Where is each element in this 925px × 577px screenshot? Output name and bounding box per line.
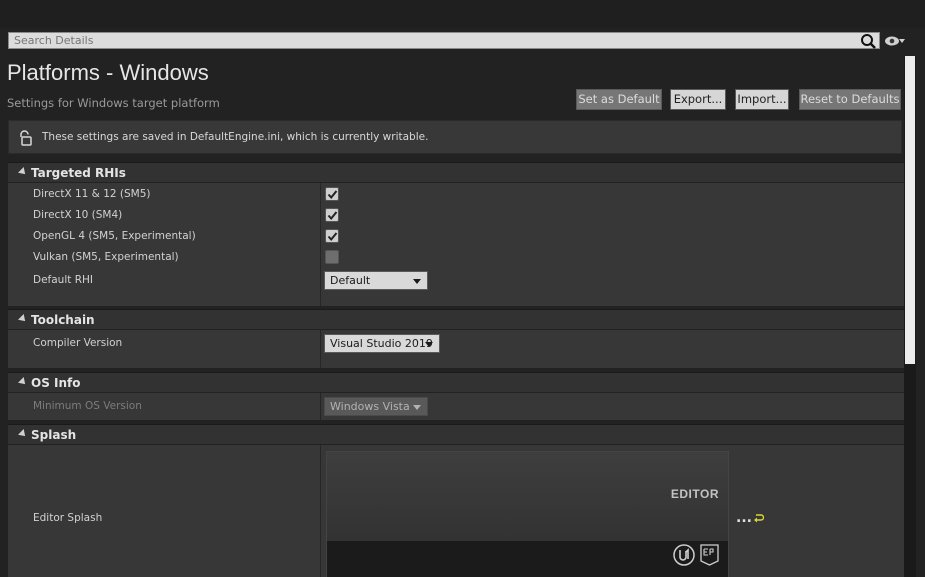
chevron-down-icon — [425, 342, 433, 347]
rhi-dx11-checkbox[interactable] — [325, 187, 339, 201]
rhi-opengl4-checkbox[interactable] — [325, 229, 339, 243]
rhi-vulkan-checkbox[interactable] — [325, 250, 339, 264]
category-targeted-rhis[interactable]: Targeted RHIs — [8, 162, 904, 182]
column-divider — [320, 393, 321, 420]
reset-to-defaults-button[interactable]: Reset to Defaults — [799, 89, 901, 110]
expand-arrow-icon[interactable] — [18, 377, 28, 387]
top-bar — [0, 0, 925, 28]
expand-arrow-icon[interactable] — [18, 314, 28, 324]
compiler-version-label: Compiler Version — [33, 337, 123, 349]
category-label: OS Info — [31, 376, 81, 390]
lock-icon — [20, 130, 32, 146]
rhi-dx10-label: DirectX 10 (SM4) — [33, 209, 123, 221]
default-rhi-value: Default — [330, 274, 371, 287]
search-input[interactable] — [8, 32, 880, 49]
editor-splash-label: Editor Splash — [33, 512, 103, 524]
compiler-version-dropdown[interactable]: Visual Studio 2019 — [324, 334, 440, 353]
rhi-opengl4-label: OpenGL 4 (SM5, Experimental) — [33, 230, 196, 242]
export-button[interactable]: Export... — [670, 89, 726, 110]
rhi-dx11-label: DirectX 11 & 12 (SM5) — [33, 188, 151, 200]
notice-text: These settings are saved in DefaultEngin… — [42, 131, 429, 143]
search-icon[interactable] — [860, 33, 876, 49]
category-os-info[interactable]: OS Info — [8, 372, 904, 392]
eye-icon[interactable] — [884, 34, 906, 48]
import-button[interactable]: Import... — [735, 89, 789, 110]
config-notice: These settings are saved in DefaultEngin… — [8, 120, 902, 154]
chevron-down-icon — [413, 279, 421, 284]
category-label: Splash — [31, 428, 77, 442]
page-subtitle: Settings for Windows target platform — [7, 96, 220, 110]
column-divider — [320, 183, 321, 306]
splash-editor-text: EDITOR — [670, 487, 719, 501]
page-title: Platforms - Windows — [7, 60, 209, 85]
unreal-logo-icon — [673, 544, 695, 566]
checkmark-icon — [327, 211, 338, 221]
chevron-down-icon — [413, 405, 421, 410]
minimum-os-version-value: Windows Vista — [330, 400, 410, 413]
default-rhi-label: Default RHI — [33, 274, 93, 286]
rhi-dx10-checkbox[interactable] — [325, 208, 339, 222]
scrollbar-thumb[interactable] — [905, 56, 915, 364]
targeted-rhis-body: DirectX 11 & 12 (SM5) DirectX 10 (SM4) O… — [8, 183, 904, 306]
toolchain-body: Compiler Version Visual Studio 2019 — [8, 330, 904, 368]
column-divider — [320, 445, 321, 577]
checkmark-icon — [327, 190, 338, 200]
category-label: Targeted RHIs — [31, 166, 126, 180]
minimum-os-version-dropdown: Windows Vista — [324, 397, 428, 416]
editor-splash-preview[interactable]: EDITOR — [326, 451, 729, 577]
expand-arrow-icon[interactable] — [18, 429, 28, 439]
column-divider — [320, 330, 321, 368]
os-info-body: Minimum OS Version Windows Vista — [8, 393, 904, 420]
splash-footer-band — [327, 541, 728, 577]
browse-button[interactable]: ... — [736, 510, 752, 526]
category-label: Toolchain — [31, 313, 95, 327]
rhi-vulkan-label: Vulkan (SM5, Experimental) — [33, 251, 179, 263]
reset-arrow-icon[interactable] — [753, 513, 764, 523]
minimum-os-version-label: Minimum OS Version — [33, 400, 142, 412]
expand-arrow-icon[interactable] — [18, 167, 28, 177]
epic-games-logo-icon — [700, 544, 719, 566]
default-rhi-dropdown[interactable]: Default — [324, 271, 428, 290]
checkmark-icon — [327, 232, 338, 242]
set-as-default-button[interactable]: Set as Default — [576, 89, 662, 110]
compiler-version-value: Visual Studio 2019 — [330, 337, 433, 350]
category-splash[interactable]: Splash — [8, 424, 904, 444]
category-toolchain[interactable]: Toolchain — [8, 309, 904, 329]
